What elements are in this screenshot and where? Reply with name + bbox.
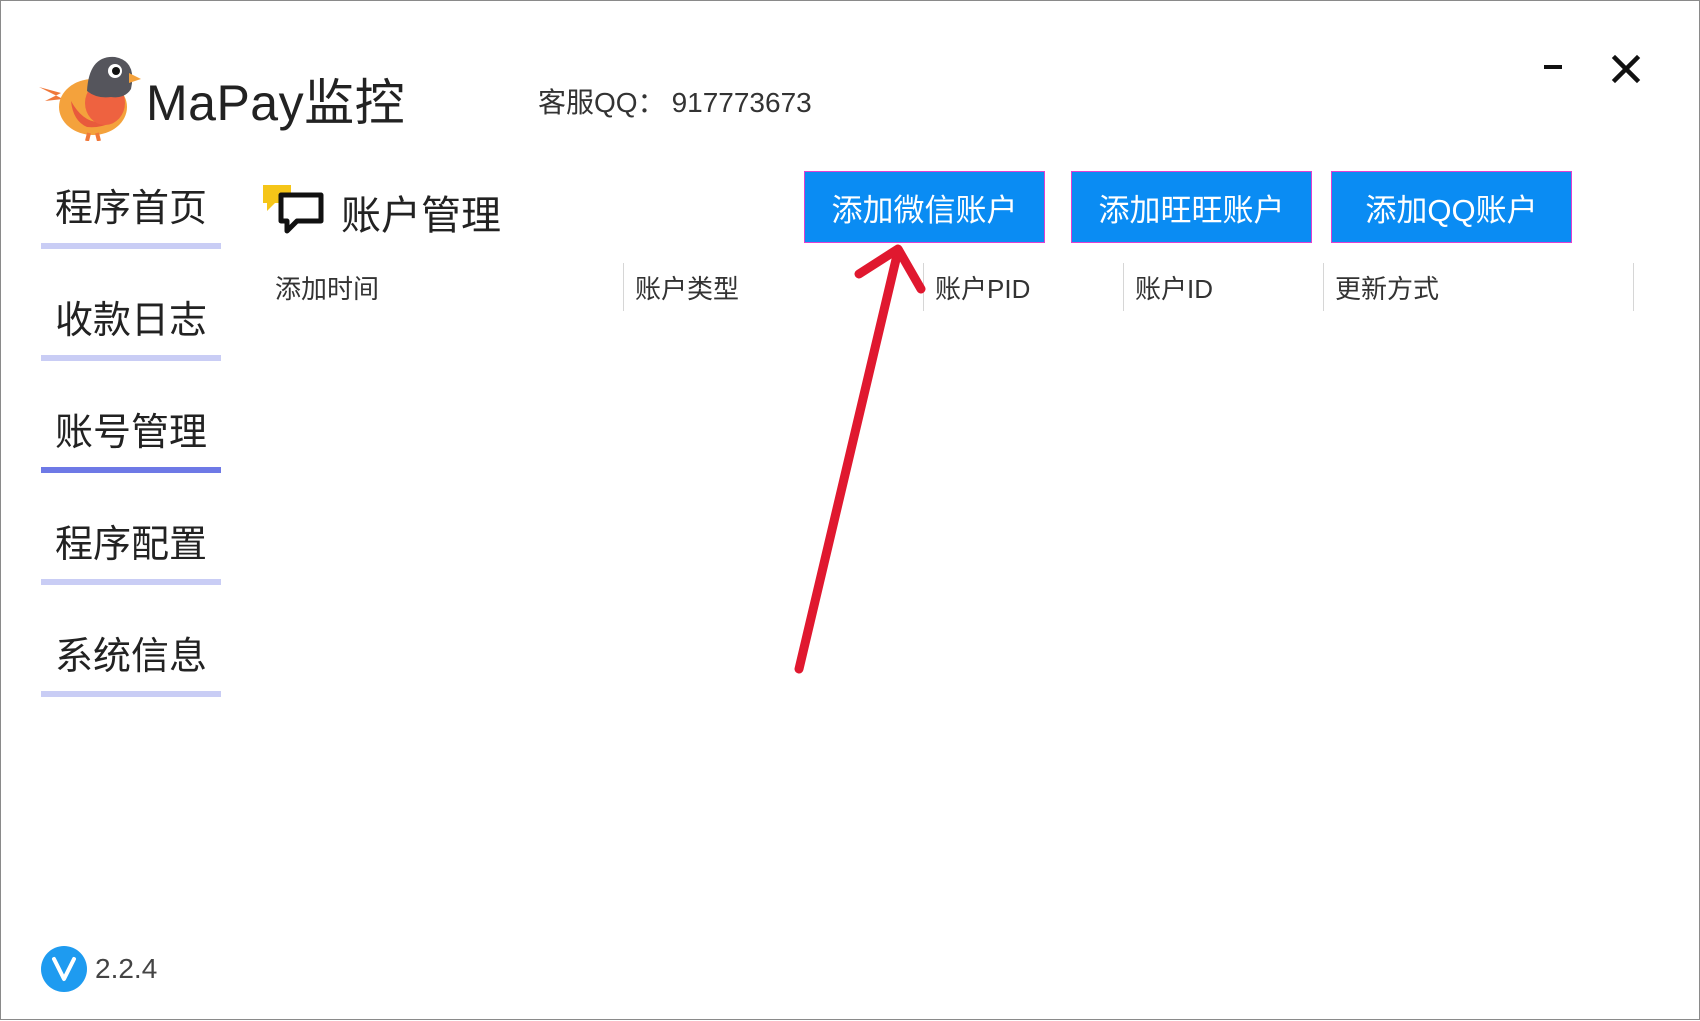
annotation-arrow — [794, 244, 926, 674]
column-header-account-type[interactable]: 账户类型 — [635, 263, 739, 311]
column-header-account-id[interactable]: 账户ID — [1135, 263, 1213, 311]
add-qq-account-button[interactable]: 添加QQ账户 — [1331, 171, 1572, 243]
sidebar-item-label: 账号管理 — [55, 412, 208, 454]
close-button[interactable] — [1606, 49, 1646, 89]
sidebar-item-home[interactable]: 程序首页 — [41, 177, 221, 249]
add-wechat-account-button[interactable]: 添加微信账户 — [804, 171, 1045, 243]
sidebar-item-label: 系统信息 — [55, 636, 208, 678]
sidebar-item-system-info[interactable]: 系统信息 — [41, 625, 221, 697]
column-divider[interactable] — [923, 263, 924, 311]
sidebar-item-payment-log[interactable]: 收款日志 — [41, 289, 221, 361]
sidebar-item-underline — [41, 243, 221, 249]
sidebar-item-program-config[interactable]: 程序配置 — [41, 513, 221, 585]
column-divider[interactable] — [1123, 263, 1124, 311]
sidebar-item-label: 收款日志 — [55, 300, 208, 342]
app-window: MaPay监控 客服QQ： 917773673 程序首页 收款日志 账号管理 程序… — [0, 0, 1700, 1020]
section-title: 账户管理 — [341, 194, 501, 238]
version-number: 2.2.4 — [95, 953, 158, 984]
service-qq-number: 917773673 — [671, 87, 812, 118]
column-header-account-pid[interactable]: 账户PID — [935, 263, 1030, 311]
add-wangwang-account-button[interactable]: 添加旺旺账户 — [1071, 171, 1312, 243]
sidebar-item-underline — [41, 691, 221, 697]
chat-bubble-icon — [263, 185, 324, 234]
column-header-add-time[interactable]: 添加时间 — [275, 263, 379, 311]
bird-logo-icon — [39, 56, 141, 141]
column-header-update-method[interactable]: 更新方式 — [1335, 263, 1439, 311]
customer-service-qq: 客服QQ： 917773673 — [538, 81, 812, 121]
sidebar-item-label: 程序配置 — [55, 524, 208, 566]
column-divider[interactable] — [1323, 263, 1324, 311]
close-icon — [1611, 54, 1641, 84]
column-divider[interactable] — [623, 263, 624, 311]
sidebar-item-underline-active — [41, 467, 221, 473]
sidebar-item-underline — [41, 579, 221, 585]
sidebar-item-label: 程序首页 — [55, 188, 208, 230]
sidebar-item-underline — [41, 355, 221, 361]
accounts-table-header: 添加时间 账户类型 账户PID 账户ID 更新方式 — [271, 263, 1634, 313]
minimize-button[interactable] — [1536, 49, 1576, 89]
service-label: 客服QQ： — [538, 87, 666, 118]
app-title: MaPay监控 — [146, 75, 406, 131]
version-badge-icon — [41, 946, 87, 992]
sidebar-item-account-management[interactable]: 账号管理 — [41, 401, 221, 473]
column-divider[interactable] — [1633, 263, 1634, 311]
